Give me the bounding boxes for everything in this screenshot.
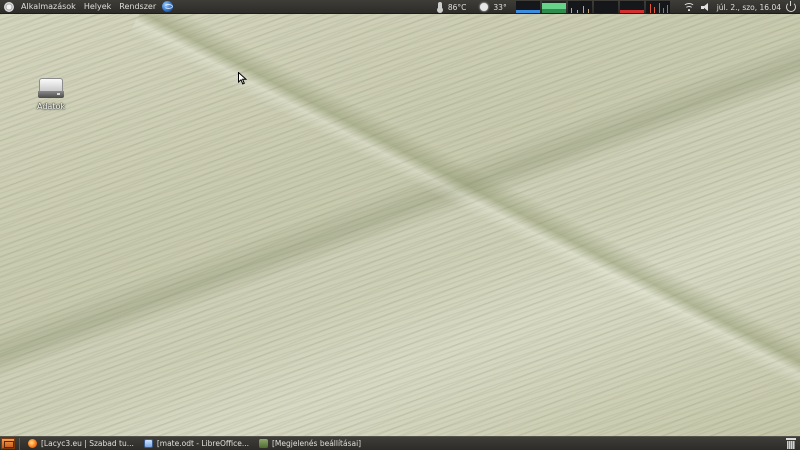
menu-applications[interactable]: Alkalmazások — [17, 0, 80, 14]
wifi-icon[interactable] — [683, 2, 696, 12]
trash-icon[interactable] — [786, 438, 796, 449]
desktop-icon-adatok[interactable]: Adatok — [33, 78, 69, 111]
top-panel: Alkalmazások Helyek Rendszer 86°C 33° jú… — [0, 0, 800, 14]
firefox-icon — [28, 439, 37, 448]
taskbar-item-label: [Megjelenés beállításai] — [272, 439, 362, 448]
menu-system[interactable]: Rendszer — [115, 0, 160, 14]
cpu-monitor-graph — [515, 1, 540, 13]
taskbar-item-libreoffice[interactable]: [mate.odt - LibreOffice... — [140, 437, 253, 451]
panel-separator — [19, 437, 20, 450]
weather-sun-icon[interactable] — [480, 3, 489, 11]
volume-icon[interactable] — [700, 2, 711, 12]
show-desktop-button[interactable] — [1, 438, 15, 449]
desktop-background[interactable] — [0, 14, 800, 436]
wallpaper-groove — [129, 14, 800, 390]
thermometer-icon[interactable] — [436, 2, 443, 13]
system-monitor[interactable] — [515, 1, 672, 13]
taskbar-item-appearance[interactable]: [Megjelenés beállításai] — [255, 437, 365, 451]
disk-monitor-graph — [619, 1, 644, 13]
load-monitor-graph — [645, 1, 670, 13]
taskbar-item-label: [mate.odt - LibreOffice... — [156, 439, 249, 448]
menu-places[interactable]: Helyek — [80, 0, 115, 14]
taskbar-item-label: [Lacyc3.eu | Szabad tu... — [41, 439, 134, 448]
taskbar-item-browser[interactable]: [Lacyc3.eu | Szabad tu... — [24, 437, 138, 451]
clock[interactable]: júl. 2., szo, 16.04 — [717, 3, 781, 12]
bottom-panel: [Lacyc3.eu | Szabad tu... [mate.odt - Li… — [0, 436, 800, 450]
power-icon[interactable] — [786, 1, 796, 12]
distro-logo-icon[interactable] — [4, 1, 14, 12]
weather-readout[interactable]: 33° — [493, 3, 506, 12]
hard-drive-icon — [38, 78, 64, 100]
memory-monitor-graph — [541, 1, 566, 13]
top-panel-indicators: 86°C 33° júl. 2., szo, 16.04 — [436, 0, 800, 14]
appearance-preferences-icon — [259, 439, 268, 448]
mouse-pointer-icon — [238, 72, 247, 85]
swap-monitor-graph — [593, 1, 618, 13]
network-monitor-graph — [567, 1, 592, 13]
writer-document-icon — [143, 439, 153, 448]
temperature-readout[interactable]: 86°C — [448, 3, 467, 12]
web-browser-launcher-icon[interactable] — [162, 1, 174, 12]
desktop-icon-label: Adatok — [37, 102, 65, 111]
